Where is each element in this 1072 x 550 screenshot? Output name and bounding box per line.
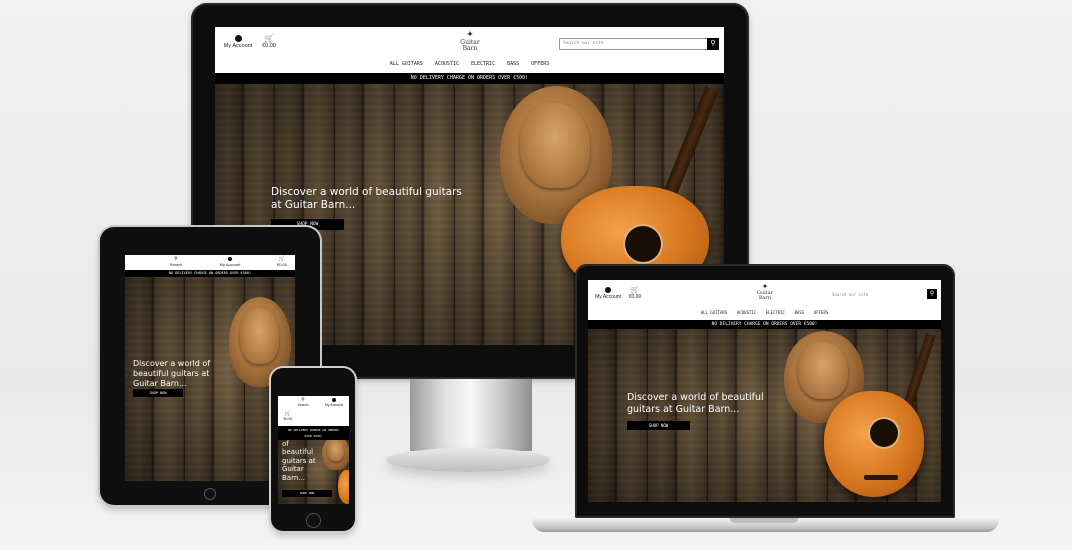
account-icon (228, 257, 232, 261)
phone-shop-now-button[interactable]: SHOP NOW (282, 490, 332, 497)
laptop-account-link[interactable]: My Account (594, 287, 622, 300)
laptop-account-label: My Account (595, 294, 621, 300)
phone-hero: of beautiful guitars at Guitar Barn... S… (278, 440, 349, 504)
laptop-cart-link[interactable]: 🛒 €0.00 (626, 287, 644, 300)
desktop-cart-total: €0.00 (262, 43, 276, 49)
guitar-image (824, 391, 924, 497)
nav-bass[interactable]: BASS (795, 310, 805, 315)
tablet-search-link[interactable]: ⚲ Search (165, 257, 187, 268)
tablet-cart-total: €0.00 (276, 262, 287, 267)
phone-hero-line1: of (282, 440, 289, 448)
phone-hero-line2: beautiful (282, 448, 314, 457)
phone-home-button (306, 513, 321, 528)
phone-cart-total: €0.00 (283, 417, 293, 421)
laptop-shop-now-button[interactable]: SHOP NOW (627, 421, 690, 430)
laptop-hero-text: Discover a world of beautiful guitars at… (627, 392, 764, 416)
desktop-delivery-banner: NO DELIVERY CHARGE ON ORDERS OVER €500! (215, 73, 724, 84)
laptop-search-input[interactable]: Search our site (828, 289, 927, 300)
nav-electric[interactable]: ELECTRIC (471, 61, 495, 67)
laptop-search-button[interactable]: ⚲ (927, 289, 937, 299)
laptop-nav: ALL GUITARS ACOUSTIC ELECTRIC BASS OFFER… (588, 310, 941, 315)
guitar-soundhole (625, 226, 661, 262)
laptop-cart-total: €0.00 (628, 294, 642, 300)
laptop-hero: Discover a world of beautiful guitars at… (588, 329, 941, 502)
desktop-cart-link[interactable]: 🛒 €0.00 (259, 34, 279, 50)
desktop-monitor-stand (410, 379, 532, 451)
laptop-delivery-banner: NO DELIVERY CHARGE ON ORDERS OVER €500! (588, 320, 941, 329)
laptop-hero-line1: Discover a world of beautiful (627, 392, 764, 403)
account-icon (234, 35, 242, 42)
cart-icon: 🛒 (630, 287, 640, 294)
tablet-cart-link[interactable]: 🛒 €0.00 (273, 257, 291, 268)
desktop-hero-line2: at Guitar Barn... (271, 199, 356, 212)
tablet-hero-line1: Discover a world of (133, 359, 211, 368)
laptop-logo[interactable]: ✦ Guitar Barn (750, 283, 780, 301)
nav-offers[interactable]: OFFERS (814, 310, 828, 315)
phone-header: ⚲ Search My Account 🛒 €0.00 (278, 396, 349, 426)
tablet-home-button (204, 488, 216, 500)
nav-offers[interactable]: OFFERS (531, 61, 549, 67)
phone-site: ⚲ Search My Account 🛒 €0.00 NO DELIVERY … (278, 396, 349, 504)
phone-cart-link[interactable]: 🛒 €0.00 (281, 412, 295, 422)
desktop-logo[interactable]: ✦ Guitar Barn (452, 31, 488, 52)
tablet-account-link[interactable]: My Account (217, 257, 243, 267)
phone-hero-line5: Barn... (282, 473, 305, 482)
desktop-search-placeholder: Search our site (563, 41, 604, 46)
account-icon (332, 398, 336, 402)
tablet-hero-line2: beautiful guitars at (133, 369, 210, 378)
laptop-search-placeholder: Search our site (832, 292, 869, 297)
search-icon: ⚲ (710, 40, 716, 47)
phone-search-label: Search (297, 403, 309, 407)
desktop-logo-line2: Barn (462, 45, 478, 52)
phone-search-link[interactable]: ⚲ Search (292, 398, 314, 408)
guitar-bridge (864, 475, 898, 480)
tablet-hero: Discover a world of beautiful guitars at… (125, 277, 295, 481)
guitar-soundhole (870, 419, 898, 447)
nav-acoustic[interactable]: ACOUSTIC (737, 310, 756, 315)
phone-hero-line4: Guitar (282, 465, 304, 474)
nav-electric[interactable]: ELECTRIC (766, 310, 785, 315)
tablet-delivery-banner: NO DELIVERY CHARGE ON ORDERS OVER €500! (125, 270, 295, 277)
tablet-shop-now-button[interactable]: SHOP NOW (133, 389, 183, 397)
phone-account-label: My Account (324, 403, 344, 407)
laptop-header: My Account 🛒 €0.00 ✦ Guitar Barn Search … (588, 280, 941, 320)
desktop-search-button[interactable]: ⚲ (707, 38, 719, 50)
desktop-hero-line1: Discover a world of beautiful guitars (271, 186, 462, 198)
laptop-site: My Account 🛒 €0.00 ✦ Guitar Barn Search … (588, 280, 941, 502)
nav-acoustic[interactable]: ACOUSTIC (435, 61, 459, 67)
desktop-header: My Account 🛒 €0.00 ✦ Guitar Barn Search … (215, 27, 724, 73)
nav-all-guitars[interactable]: ALL GUITARS (390, 61, 423, 67)
account-icon (605, 287, 611, 293)
phone-hero-text: of beautiful guitars at Guitar Barn... (282, 440, 316, 482)
phone-hero-line3: guitars at (282, 456, 316, 465)
nav-all-guitars[interactable]: ALL GUITARS (701, 310, 728, 315)
desktop-account-link[interactable]: My Account (221, 35, 255, 49)
search-icon: ⚲ (929, 291, 935, 297)
nav-bass[interactable]: BASS (507, 61, 519, 67)
desktop-hero-text: Discover a world of beautiful guitars at… (271, 186, 462, 212)
phone-delivery-banner: NO DELIVERY CHARGE ON ORDERS OVER €500! (278, 426, 349, 440)
guitar-image (338, 470, 349, 504)
tablet-site: ⚲ Search My Account 🛒 €0.00 NO DELIVERY … (125, 255, 295, 481)
phone-banner-line2: OVER €500! (304, 434, 323, 438)
tablet-hero-text: Discover a world of beautiful guitars at… (133, 359, 210, 389)
laptop-notch (730, 518, 798, 523)
tablet-hero-line3: Guitar Barn... (133, 379, 187, 388)
cart-icon: 🛒 (264, 34, 274, 43)
phone-account-link[interactable]: My Account (322, 398, 346, 407)
tablet-search-label: Search (169, 262, 183, 267)
desktop-monitor-base (386, 448, 550, 472)
desktop-nav: ALL GUITARS ACOUSTIC ELECTRIC BASS OFFER… (215, 61, 724, 67)
laptop-hero-line2: guitars at Guitar Barn... (627, 403, 740, 415)
laptop-logo-line2: Barn (758, 295, 772, 301)
tablet-header: ⚲ Search My Account 🛒 €0.00 (125, 255, 295, 270)
tablet-account-label: My Account (219, 262, 241, 267)
desktop-account-label: My Account (223, 43, 253, 49)
desktop-search-input[interactable]: Search our site (559, 38, 708, 50)
hat-image (322, 440, 349, 470)
